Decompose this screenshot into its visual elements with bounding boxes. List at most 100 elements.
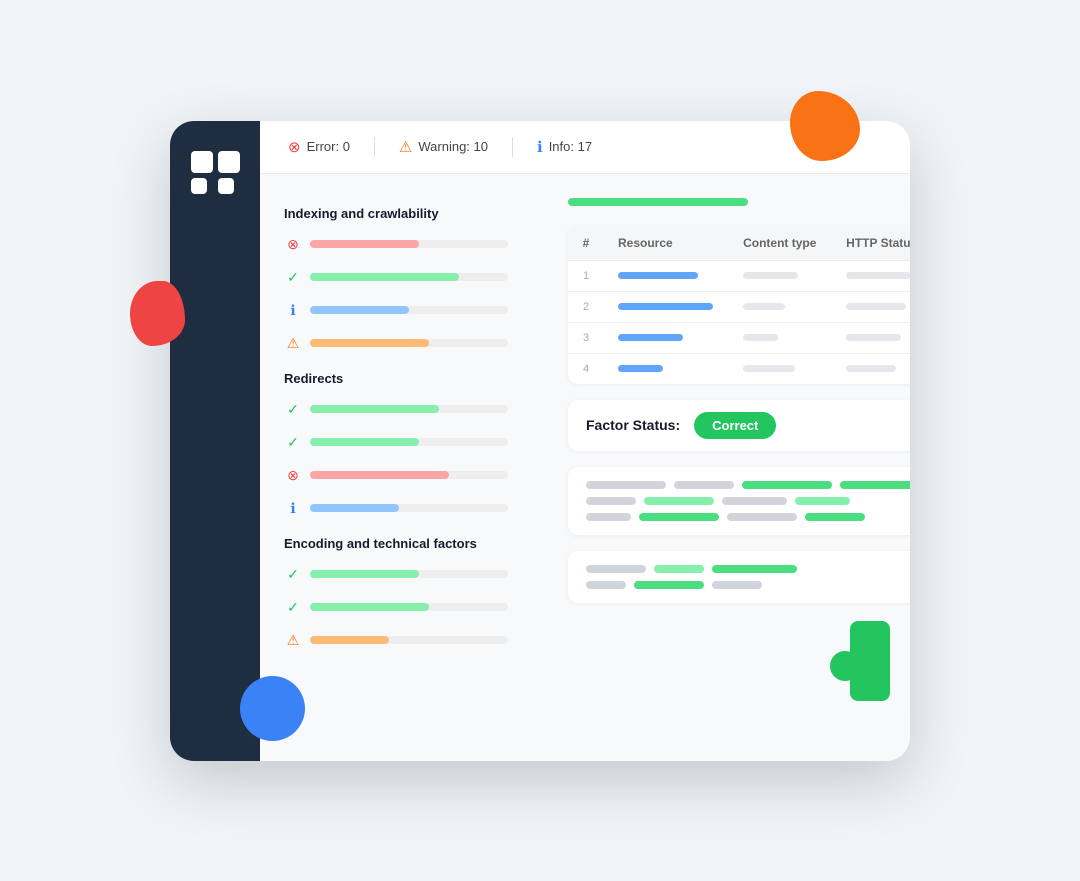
info-icon: ℹ bbox=[537, 138, 543, 156]
list-item[interactable]: ⚠ bbox=[284, 330, 544, 357]
progress-bar bbox=[310, 471, 449, 479]
list-item[interactable]: ✓ bbox=[284, 429, 544, 456]
row-resource bbox=[604, 353, 729, 384]
warning-icon: ⚠ bbox=[284, 632, 302, 649]
list-item[interactable]: ℹ bbox=[284, 495, 544, 522]
text-line bbox=[586, 513, 910, 521]
bar-container bbox=[310, 504, 508, 512]
text-highlight bbox=[742, 481, 832, 489]
row-num: 4 bbox=[568, 353, 604, 384]
text-placeholder bbox=[727, 513, 797, 521]
row-content-type bbox=[729, 322, 832, 353]
row-http-status bbox=[832, 260, 910, 291]
bar-container bbox=[310, 636, 508, 644]
list-item[interactable]: ⊗ bbox=[284, 462, 544, 489]
row-http-status bbox=[832, 291, 910, 322]
row-num: 2 bbox=[568, 291, 604, 322]
table-row[interactable]: 1 bbox=[568, 260, 910, 291]
text-highlight bbox=[712, 565, 797, 573]
divider-1 bbox=[374, 137, 375, 157]
text-highlight bbox=[639, 513, 719, 521]
logo bbox=[191, 151, 240, 194]
info-icon: ℹ bbox=[284, 302, 302, 319]
bar-container bbox=[310, 306, 508, 314]
error-icon: ⊗ bbox=[288, 138, 301, 156]
text-placeholder bbox=[586, 565, 646, 573]
data-table: # Resource Content type HTTP Status 1 bbox=[568, 226, 910, 384]
progress-bar bbox=[310, 636, 389, 644]
progress-bar bbox=[310, 273, 459, 281]
text-placeholder bbox=[722, 497, 787, 505]
section-title-1: Indexing and crawlability bbox=[284, 206, 544, 221]
resource-table: # Resource Content type HTTP Status 1 bbox=[568, 226, 910, 384]
list-item[interactable]: ✓ bbox=[284, 594, 544, 621]
info-label: Info: 17 bbox=[549, 139, 592, 154]
section-title-2: Redirects bbox=[284, 371, 544, 386]
progress-bar bbox=[310, 438, 419, 446]
error-icon: ⊗ bbox=[284, 236, 302, 253]
progress-bar bbox=[310, 570, 419, 578]
success-icon: ✓ bbox=[284, 566, 302, 583]
col-content-type: Content type bbox=[729, 226, 832, 261]
row-content-type bbox=[729, 260, 832, 291]
bar-container bbox=[310, 339, 508, 347]
list-item[interactable]: ✓ bbox=[284, 264, 544, 291]
success-icon: ✓ bbox=[284, 269, 302, 286]
logo-block-4 bbox=[218, 178, 234, 194]
progress-bar bbox=[310, 339, 429, 347]
bar-container bbox=[310, 438, 508, 446]
text-highlight bbox=[795, 497, 850, 505]
bar-container bbox=[310, 603, 508, 611]
bar-container bbox=[310, 240, 508, 248]
text-line bbox=[586, 481, 910, 489]
blob-red bbox=[130, 281, 185, 346]
text-block-group-2 bbox=[568, 551, 910, 603]
row-content-type bbox=[729, 353, 832, 384]
bar-container bbox=[310, 273, 508, 281]
logo-block-3 bbox=[191, 178, 207, 194]
text-placeholder bbox=[674, 481, 734, 489]
progress-bar bbox=[310, 306, 409, 314]
text-highlight bbox=[654, 565, 704, 573]
list-item[interactable]: ℹ bbox=[284, 297, 544, 324]
list-item[interactable]: ⚠ bbox=[284, 627, 544, 654]
error-label: Error: 0 bbox=[307, 139, 350, 154]
text-line bbox=[586, 565, 910, 573]
success-icon: ✓ bbox=[284, 599, 302, 616]
blob-green-dot bbox=[830, 651, 860, 681]
text-placeholder bbox=[712, 581, 762, 589]
table-row[interactable]: 2 bbox=[568, 291, 910, 322]
col-number: # bbox=[568, 226, 604, 261]
top-green-bar bbox=[568, 198, 748, 206]
table-row[interactable]: 3 bbox=[568, 322, 910, 353]
warning-icon: ⚠ bbox=[399, 138, 412, 156]
table-row[interactable]: 4 bbox=[568, 353, 910, 384]
blob-orange bbox=[790, 91, 860, 161]
sidebar bbox=[170, 121, 260, 761]
text-highlight bbox=[805, 513, 865, 521]
text-placeholder bbox=[586, 581, 626, 589]
row-num: 1 bbox=[568, 260, 604, 291]
text-block-group-1 bbox=[568, 467, 910, 535]
bar-container bbox=[310, 405, 508, 413]
text-highlight bbox=[840, 481, 910, 489]
success-icon: ✓ bbox=[284, 434, 302, 451]
logo-block-1 bbox=[191, 151, 213, 173]
section-title-3: Encoding and technical factors bbox=[284, 536, 544, 551]
text-highlight bbox=[644, 497, 714, 505]
list-item[interactable]: ✓ bbox=[284, 396, 544, 423]
divider-2 bbox=[512, 137, 513, 157]
list-item[interactable]: ✓ bbox=[284, 561, 544, 588]
text-placeholder bbox=[586, 497, 636, 505]
left-panel: Indexing and crawlability ⊗ ✓ bbox=[284, 198, 544, 737]
bar-container bbox=[310, 471, 508, 479]
info-badge: ℹ Info: 17 bbox=[537, 138, 592, 156]
list-item[interactable]: ⊗ bbox=[284, 231, 544, 258]
factor-label: Factor Status: bbox=[586, 417, 680, 433]
row-resource bbox=[604, 260, 729, 291]
main-area: ⊗ Error: 0 ⚠ Warning: 10 ℹ Info: 17 bbox=[260, 121, 910, 761]
success-icon: ✓ bbox=[284, 401, 302, 418]
error-icon: ⊗ bbox=[284, 467, 302, 484]
col-http-status: HTTP Status bbox=[832, 226, 910, 261]
bar-container bbox=[310, 570, 508, 578]
